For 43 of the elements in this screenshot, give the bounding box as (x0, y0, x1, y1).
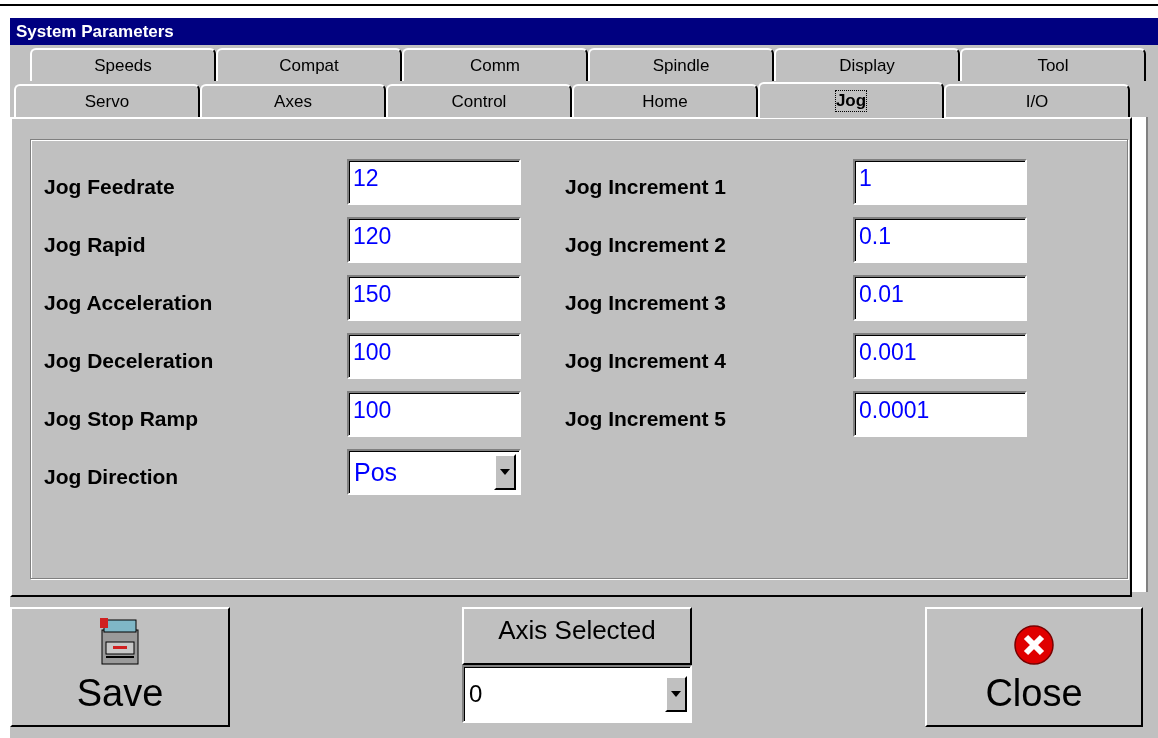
tab[interactable]: Speeds (30, 48, 216, 81)
tab[interactable]: Jog (758, 82, 944, 118)
dropdown-arrow-icon (671, 691, 681, 697)
tab[interactable]: Compat (216, 48, 402, 81)
number-field[interactable]: 1 (853, 159, 1027, 205)
direction-dropdown[interactable]: Pos (347, 449, 521, 495)
field-label: Jog Deceleration (44, 348, 215, 373)
window-title: System Parameters (10, 18, 1158, 45)
number-field[interactable]: 150 (347, 275, 521, 321)
field-label: Jog Increment 1 (565, 174, 728, 199)
tab[interactable]: Display (774, 48, 960, 81)
number-field[interactable]: 100 (347, 333, 521, 379)
field-label: Jog Increment 3 (565, 290, 728, 315)
field-label: Jog Feedrate (44, 174, 176, 199)
file-drawer-icon (98, 616, 142, 666)
tab[interactable]: Spindle (588, 48, 774, 81)
number-field[interactable]: 0.0001 (853, 391, 1027, 437)
axis-selected-label: Axis Selected (462, 607, 692, 665)
dropdown-arrow-icon (500, 469, 510, 475)
close-icon (1013, 624, 1055, 666)
field-label: Jog Increment 2 (565, 232, 728, 257)
axis-dropdown[interactable]: 0 (462, 665, 692, 723)
close-button[interactable]: Close (925, 607, 1143, 727)
number-field[interactable]: 12 (347, 159, 521, 205)
field-label: Jog Increment 4 (565, 348, 728, 373)
tab[interactable]: I/O (944, 84, 1130, 117)
number-field[interactable]: 100 (347, 391, 521, 437)
number-field[interactable]: 120 (347, 217, 521, 263)
tab[interactable]: Control (386, 84, 572, 117)
number-field[interactable]: 0.01 (853, 275, 1027, 321)
tab[interactable]: Servo (14, 84, 200, 117)
tab[interactable]: Axes (200, 84, 386, 117)
field-label: Jog Direction (44, 464, 180, 489)
number-field[interactable]: 0.001 (853, 333, 1027, 379)
field-label: Jog Rapid (44, 232, 147, 257)
tab[interactable]: Comm (402, 48, 588, 81)
tab[interactable]: Tool (960, 48, 1146, 81)
field-label: Jog Increment 5 (565, 406, 728, 431)
save-button[interactable]: Save (10, 607, 230, 727)
tab[interactable]: Home (572, 84, 758, 117)
field-label: Jog Stop Ramp (44, 406, 199, 431)
field-label: Jog Acceleration (44, 290, 214, 315)
number-field[interactable]: 0.1 (853, 217, 1027, 263)
